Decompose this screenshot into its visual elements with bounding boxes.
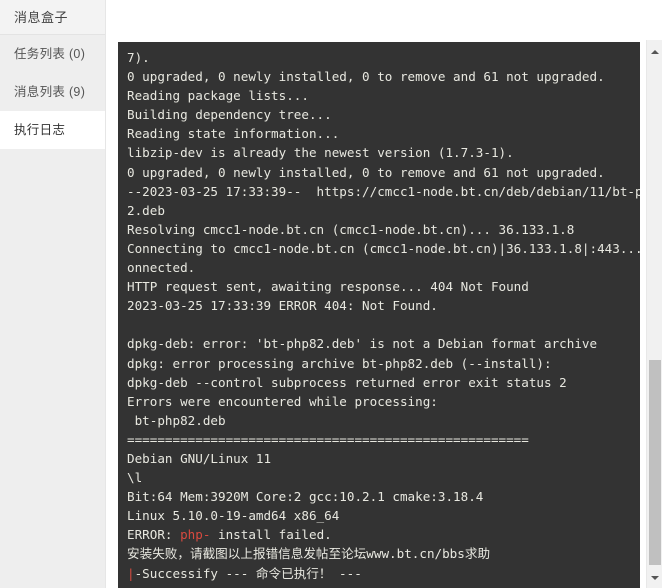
console-line: bt-php82.deb bbox=[127, 412, 226, 428]
console-line: Debian GNU/Linux 11 bbox=[127, 450, 272, 466]
console-line: 安装失败，请截图以上报错信息发帖至论坛www.bt.cn/bbs求助 bbox=[127, 546, 491, 562]
message-box-panel: 消息盒子 任务列表 (0) 消息列表 (9) 执行日志 7). 0 upgrade… bbox=[0, 0, 662, 588]
scroll-down-arrow-icon[interactable] bbox=[647, 570, 662, 586]
console-line: Reading state information... bbox=[127, 126, 340, 142]
console-line: onnected. bbox=[127, 260, 196, 276]
console-line: 0 upgraded, 0 newly installed, 0 to remo… bbox=[127, 69, 605, 85]
sidebar-item-execution-log[interactable]: 执行日志 bbox=[0, 111, 105, 149]
console-line: 2.deb bbox=[127, 202, 165, 218]
console-line: Linux 5.10.0-19-amd64 x86_64 bbox=[127, 508, 340, 524]
console-line: 7). bbox=[127, 50, 150, 65]
triangle-down-icon bbox=[651, 576, 659, 580]
console-line: --2023-03-25 17:33:39-- https://cmcc1-no… bbox=[127, 183, 640, 199]
console-line: 2023-03-25 17:33:39 ERROR 404: Not Found… bbox=[127, 298, 438, 314]
console-line: Connecting to cmcc1-node.bt.cn (cmcc1-no… bbox=[127, 240, 640, 256]
console-line: libzip-dev is already the newest version… bbox=[127, 145, 514, 161]
console-line: \l bbox=[127, 470, 143, 486]
console-line: ERROR: php- install failed. bbox=[127, 527, 332, 543]
sidebar-item-message-list[interactable]: 消息列表 (9) bbox=[0, 73, 105, 111]
console-line: |-Successify --- 命令已执行！ --- bbox=[127, 565, 362, 581]
scrollbar-thumb[interactable] bbox=[649, 360, 661, 565]
sidebar-item-task-list[interactable]: 任务列表 (0) bbox=[0, 35, 105, 73]
sidebar: 消息盒子 任务列表 (0) 消息列表 (9) 执行日志 bbox=[0, 0, 106, 588]
console-output: 7). 0 upgraded, 0 newly installed, 0 to r… bbox=[118, 42, 640, 583]
console-line: Bit:64 Mem:3920M Core:2 gcc:10.2.1 cmake… bbox=[127, 489, 484, 505]
execution-log-console[interactable]: 7). 0 upgraded, 0 newly installed, 0 to r… bbox=[118, 42, 640, 588]
console-line: Reading package lists... bbox=[127, 88, 309, 104]
console-line: Resolving cmcc1-node.bt.cn (cmcc1-node.b… bbox=[127, 221, 575, 237]
vertical-scrollbar[interactable] bbox=[646, 40, 662, 588]
console-line: Building dependency tree... bbox=[127, 107, 332, 123]
console-line: Errors were encountered while processing… bbox=[127, 393, 438, 409]
triangle-up-icon bbox=[651, 50, 659, 54]
sidebar-title: 消息盒子 bbox=[0, 0, 105, 35]
console-line: ========================================… bbox=[127, 431, 529, 447]
console-line: 0 upgraded, 0 newly installed, 0 to remo… bbox=[127, 164, 605, 180]
console-line: dpkg-deb: error: 'bt-php82.deb' is not a… bbox=[127, 336, 598, 352]
scrollbar-track[interactable] bbox=[647, 56, 662, 572]
console-line: dpkg-deb --control subprocess returned e… bbox=[127, 374, 567, 390]
main-content: 7). 0 upgraded, 0 newly installed, 0 to r… bbox=[106, 0, 662, 588]
console-line: HTTP request sent, awaiting response... … bbox=[127, 279, 529, 295]
console-line: dpkg: error processing archive bt-php82.… bbox=[127, 355, 552, 371]
